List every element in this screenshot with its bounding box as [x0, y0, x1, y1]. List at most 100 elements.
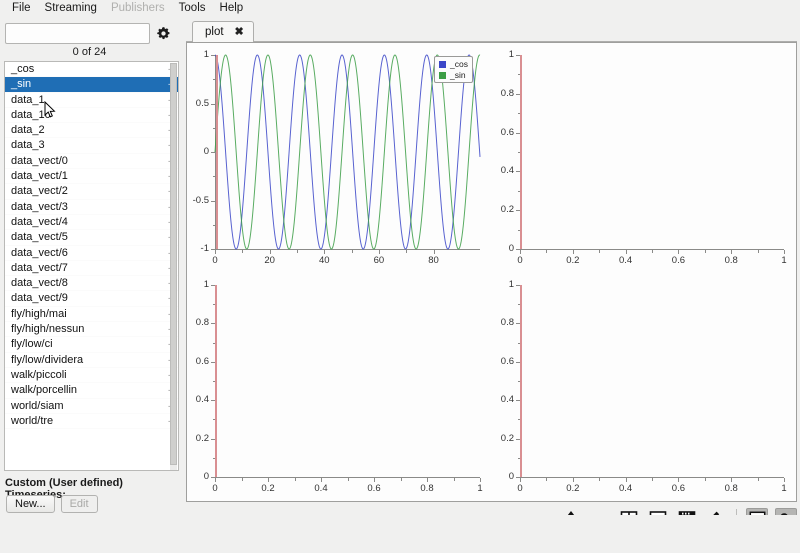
list-item[interactable]: data_1- — [5, 93, 178, 108]
y-tick-label: 0.4 — [187, 394, 209, 405]
plot-bottom-left[interactable]: 00.20.40.60.8100.20.40.60.81 — [187, 273, 492, 501]
x-tick — [348, 478, 349, 481]
list-item-label: walk/porcellin — [11, 384, 77, 396]
menu-item-help[interactable]: Help — [213, 1, 251, 16]
x-tick-label: 0.6 — [667, 255, 689, 266]
x-tick — [678, 478, 679, 482]
y-tick-label: 0.8 — [492, 317, 514, 328]
list-item-label: fly/low/dividera — [11, 354, 83, 366]
list-item[interactable]: data_vect/5- — [5, 230, 178, 245]
edit-custom-timeseries-button[interactable]: Edit — [61, 495, 98, 513]
list-item[interactable]: data_vect/6- — [5, 246, 178, 261]
tab-plot[interactable]: plot ✖ — [192, 21, 254, 42]
menu-item-file[interactable]: File — [5, 1, 38, 16]
list-item-label: fly/high/mai — [11, 308, 67, 320]
tab-label: plot — [205, 26, 224, 38]
menu-item-tools[interactable]: Tools — [172, 1, 213, 16]
legend-item[interactable]: _cos — [439, 59, 468, 69]
x-tick-label: 0.8 — [416, 483, 438, 494]
x-tick — [374, 478, 375, 482]
list-item[interactable]: _cos- — [5, 62, 178, 77]
list-item-label: data_vect/6 — [11, 247, 68, 259]
list-item[interactable]: data_2- — [5, 123, 178, 138]
list-item-label: data_vect/5 — [11, 231, 68, 243]
list-item-label: data_vect/4 — [11, 216, 68, 228]
legend-color-swatch — [439, 72, 446, 79]
x-tick — [242, 478, 243, 481]
list-item[interactable]: fly/high/mai- — [5, 307, 178, 322]
list-item[interactable]: data_vect/7- — [5, 261, 178, 276]
list-item[interactable]: data_10- — [5, 108, 178, 123]
list-item-label: _cos — [11, 63, 34, 75]
time-cursor-line — [215, 285, 217, 477]
plot-bottom-right[interactable]: 00.20.40.60.8100.20.40.60.81 — [492, 273, 796, 501]
y-tick-label: 0.2 — [492, 433, 514, 444]
x-tick — [520, 250, 521, 254]
list-item[interactable]: walk/piccoli- — [5, 368, 178, 383]
y-tick — [516, 477, 520, 478]
x-tick — [784, 250, 785, 254]
x-tick-label: 0.4 — [310, 483, 332, 494]
y-tick-label: 0.4 — [492, 394, 514, 405]
list-item[interactable]: data_vect/8- — [5, 276, 178, 291]
plot-tab-bar: plot ✖ — [186, 19, 797, 42]
list-item[interactable]: fly/low/ci- — [5, 337, 178, 352]
legend-item[interactable]: _sin — [439, 70, 468, 80]
time-cursor-line — [520, 285, 522, 477]
list-item[interactable]: walk/porcellin- — [5, 383, 178, 398]
legend-label: _cos — [450, 59, 468, 69]
list-item[interactable]: world/tre- — [5, 414, 178, 429]
list-item-label: fly/high/nessun — [11, 323, 84, 335]
x-tick — [626, 478, 627, 482]
x-tick-label: 0.8 — [720, 483, 742, 494]
x-tick — [546, 250, 547, 253]
menu-bar: FileStreamingPublishersToolsHelp — [0, 0, 800, 17]
list-item[interactable]: data_vect/1- — [5, 169, 178, 184]
list-item[interactable]: _sin- — [5, 77, 178, 92]
x-tick — [427, 478, 428, 482]
menu-item-publishers: Publishers — [104, 1, 172, 16]
x-tick — [401, 478, 402, 481]
x-tick — [784, 478, 785, 482]
plot-legend[interactable]: _cos_sin — [434, 56, 473, 83]
list-item[interactable]: data_vect/0- — [5, 154, 178, 169]
list-item-label: walk/piccoli — [11, 369, 67, 381]
list-item[interactable]: world/siam- — [5, 399, 178, 414]
timeseries-list-rows: _cos-_sin-data_1-data_10-data_2-data_3-d… — [5, 62, 178, 429]
plot-top-left[interactable]: 020406080-1-0.500.51_cos_sin — [187, 43, 492, 273]
list-item[interactable]: fly/low/dividera- — [5, 353, 178, 368]
list-item[interactable]: data_vect/4- — [5, 215, 178, 230]
time-cursor-line — [216, 55, 218, 249]
new-custom-timeseries-button[interactable]: New... — [6, 495, 55, 513]
x-tick — [215, 478, 216, 482]
list-item-label: data_vect/7 — [11, 262, 68, 274]
x-tick — [520, 478, 521, 482]
legend-label: _sin — [450, 70, 466, 80]
list-item-label: data_vect/8 — [11, 277, 68, 289]
list-item[interactable]: data_3- — [5, 138, 178, 153]
list-item-label: data_vect/2 — [11, 185, 68, 197]
menu-item-streaming[interactable]: Streaming — [38, 1, 104, 16]
scrollbar-thumb[interactable] — [170, 63, 177, 465]
x-tick — [321, 478, 322, 482]
list-item-label: data_vect/0 — [11, 155, 68, 167]
y-tick-label: 0.8 — [492, 88, 514, 99]
plot-top-right[interactable]: 00.20.40.60.8100.20.40.60.81 — [492, 43, 796, 273]
plot-area-panel: plot ✖ 020406080-1-0.500.51_cos_sin 00.2… — [183, 17, 800, 553]
list-item[interactable]: data_vect/3- — [5, 200, 178, 215]
x-tick — [295, 478, 296, 481]
gear-icon[interactable] — [150, 23, 176, 44]
list-item[interactable]: fly/high/nessun- — [5, 322, 178, 337]
list-item-label: data_3 — [11, 139, 45, 151]
x-tick — [626, 250, 627, 254]
timeseries-list-scrollbar[interactable] — [170, 63, 177, 471]
timeseries-list[interactable]: _cos-_sin-data_1-data_10-data_2-data_3-d… — [4, 61, 179, 471]
list-item[interactable]: data_vect/2- — [5, 184, 178, 199]
search-input[interactable] — [5, 23, 150, 44]
search-row — [5, 22, 179, 44]
x-tick — [731, 250, 732, 254]
y-tick-label: 0.4 — [492, 165, 514, 176]
list-item[interactable]: data_vect/9- — [5, 291, 178, 306]
close-icon[interactable]: ✖ — [235, 27, 244, 38]
left-panel: 0 of 24 _cos-_sin-data_1-data_10-data_2-… — [0, 17, 182, 553]
